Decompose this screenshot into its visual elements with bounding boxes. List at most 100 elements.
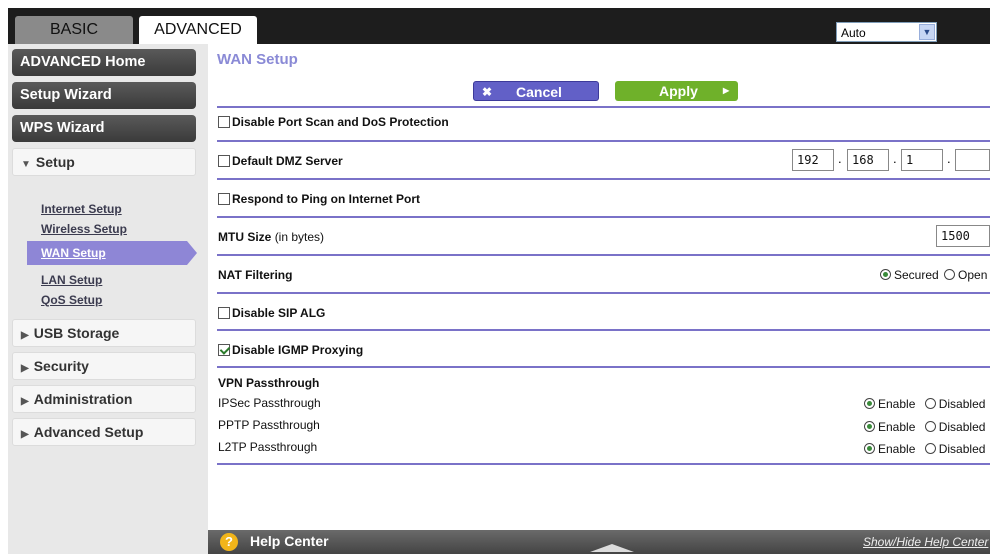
ipsec-disable-label: Disabled (938, 397, 986, 411)
collapsed-triangle-icon: ▶ (21, 330, 29, 341)
router-admin-frame: BASIC ADVANCED Auto ▼ ADVANCED Home Setu… (8, 8, 990, 554)
divider (217, 254, 990, 256)
divider (217, 178, 990, 180)
sidebar-section-label: USB Storage (33, 325, 120, 341)
chevron-down-icon[interactable]: ▼ (919, 24, 935, 40)
disable-sip-alg-label: Disable SIP ALG (232, 306, 326, 320)
nat-open-label: Open (958, 268, 988, 282)
row-disable-sip-alg: Disable SIP ALG (218, 306, 325, 320)
respond-ping-checkbox[interactable] (218, 193, 230, 205)
collapsed-triangle-icon: ▶ (21, 396, 29, 407)
sidebar-wps-wizard[interactable]: WPS Wizard (12, 115, 196, 142)
tab-basic[interactable]: BASIC (15, 16, 133, 44)
pptp-disable-radio[interactable] (924, 421, 936, 432)
sidebar-link-wireless-setup[interactable]: Wireless Setup (41, 222, 127, 236)
cancel-button[interactable]: ✖ Cancel (473, 81, 599, 101)
pptp-passthrough-label: PPTP Passthrough (218, 418, 320, 432)
help-icon[interactable]: ? (220, 533, 238, 551)
sidebar-section-administration[interactable]: ▶ Administration (12, 385, 196, 413)
divider (217, 140, 990, 142)
vpn-passthrough-title: VPN Passthrough (218, 376, 320, 390)
show-hide-help-link[interactable]: Show/Hide Help Center (863, 535, 988, 549)
tab-advanced[interactable]: ADVANCED (139, 16, 257, 44)
ipsec-enable-radio[interactable] (864, 398, 875, 409)
nat-open-radio[interactable] (944, 269, 956, 280)
dmz-ip-octet-4[interactable] (955, 149, 990, 171)
row-respond-ping: Respond to Ping on Internet Port (218, 192, 420, 206)
sidebar-setup-wizard[interactable]: Setup Wizard (12, 82, 196, 109)
expand-up-icon[interactable] (590, 544, 634, 552)
ip-dot: . (838, 151, 842, 166)
nat-secured-label: Secured (894, 268, 939, 282)
pptp-enable-label: Enable (878, 420, 916, 434)
divider (217, 216, 990, 218)
sidebar-advanced-home[interactable]: ADVANCED Home (12, 49, 196, 76)
row-mtu: MTU Size (in bytes) (218, 230, 324, 244)
sidebar-section-label: Setup (35, 154, 75, 170)
divider (217, 329, 990, 331)
cancel-button-label: Cancel (516, 84, 562, 100)
disable-sip-alg-checkbox[interactable] (218, 307, 230, 319)
close-icon: ✖ (482, 85, 493, 99)
l2tp-enable-label: Enable (878, 442, 916, 456)
ipsec-enable-label: Enable (878, 397, 916, 411)
dmz-ip-octet-2[interactable]: 168 (847, 149, 889, 171)
ipsec-passthrough-label: IPSec Passthrough (218, 396, 321, 410)
disable-port-scan-checkbox[interactable] (218, 116, 230, 128)
sidebar-section-label: Advanced Setup (33, 424, 144, 440)
apply-button[interactable]: Apply ▶ (615, 81, 738, 101)
selected-pointer-icon (187, 241, 197, 265)
default-dmz-checkbox[interactable] (218, 155, 230, 167)
sidebar-section-security[interactable]: ▶ Security (12, 352, 196, 380)
sidebar-link-lan-setup[interactable]: LAN Setup (41, 273, 102, 287)
divider (217, 106, 990, 108)
mtu-input[interactable]: 1500 (936, 225, 990, 247)
main-content: WAN Setup ✖ Cancel Apply ▶ Disable Port … (208, 44, 990, 554)
sidebar-link-qos-setup[interactable]: QoS Setup (41, 293, 102, 307)
apply-button-label: Apply (659, 83, 698, 99)
ip-dot: . (893, 151, 897, 166)
language-select-value: Auto (841, 26, 866, 40)
nat-filtering-label: NAT Filtering (218, 268, 293, 282)
mtu-unit: (in bytes) (274, 230, 325, 244)
sidebar-link-internet-setup[interactable]: Internet Setup (41, 202, 122, 216)
dmz-ip-octet-3[interactable]: 1 (901, 149, 943, 171)
dmz-ip-octet-1[interactable]: 192 (792, 149, 834, 171)
play-arrow-icon: ▶ (723, 86, 730, 95)
disable-port-scan-label: Disable Port Scan and DoS Protection (232, 115, 449, 129)
disable-igmp-label: Disable IGMP Proxying (232, 343, 364, 357)
ipsec-disable-radio[interactable] (924, 398, 936, 409)
help-center-label: Help Center (250, 533, 329, 549)
sidebar-section-advanced-setup[interactable]: ▶ Advanced Setup (12, 418, 196, 446)
help-center-bar[interactable]: ? Help Center Show/Hide Help Center (208, 530, 990, 554)
sidebar-section-label: Administration (33, 391, 133, 407)
default-dmz-label: Default DMZ Server (232, 154, 343, 168)
sidebar-section-usb-storage[interactable]: ▶ USB Storage (12, 319, 196, 347)
nat-secured-radio[interactable] (880, 269, 891, 280)
l2tp-disable-label: Disabled (938, 442, 986, 456)
pptp-enable-radio[interactable] (864, 421, 875, 432)
l2tp-enable-radio[interactable] (864, 443, 875, 454)
l2tp-disable-radio[interactable] (924, 443, 936, 454)
row-default-dmz: Default DMZ Server (218, 154, 343, 168)
sidebar-section-label: Security (33, 358, 89, 374)
disable-igmp-checkbox[interactable] (218, 344, 230, 356)
page-title: WAN Setup (217, 51, 298, 68)
l2tp-options: Enable Disabled (864, 442, 985, 456)
l2tp-passthrough-label: L2TP Passthrough (218, 440, 318, 454)
ip-dot: . (947, 151, 951, 166)
sidebar-link-label: WAN Setup (41, 246, 106, 260)
row-disable-igmp: Disable IGMP Proxying (218, 343, 363, 357)
collapsed-triangle-icon: ▶ (21, 363, 29, 374)
mtu-label: MTU Size (218, 230, 272, 244)
respond-ping-label: Respond to Ping on Internet Port (232, 192, 420, 206)
language-select[interactable]: Auto ▼ (836, 22, 937, 42)
divider (217, 463, 990, 465)
top-tab-bar: BASIC ADVANCED Auto ▼ (8, 8, 990, 44)
sidebar-link-wan-setup[interactable]: WAN Setup (27, 241, 197, 265)
expanded-triangle-icon: ▼ (21, 159, 31, 170)
sidebar-section-setup[interactable]: ▼ Setup (12, 148, 196, 176)
pptp-options: Enable Disabled (864, 420, 985, 434)
pptp-disable-label: Disabled (938, 420, 986, 434)
ipsec-options: Enable Disabled (864, 397, 985, 411)
